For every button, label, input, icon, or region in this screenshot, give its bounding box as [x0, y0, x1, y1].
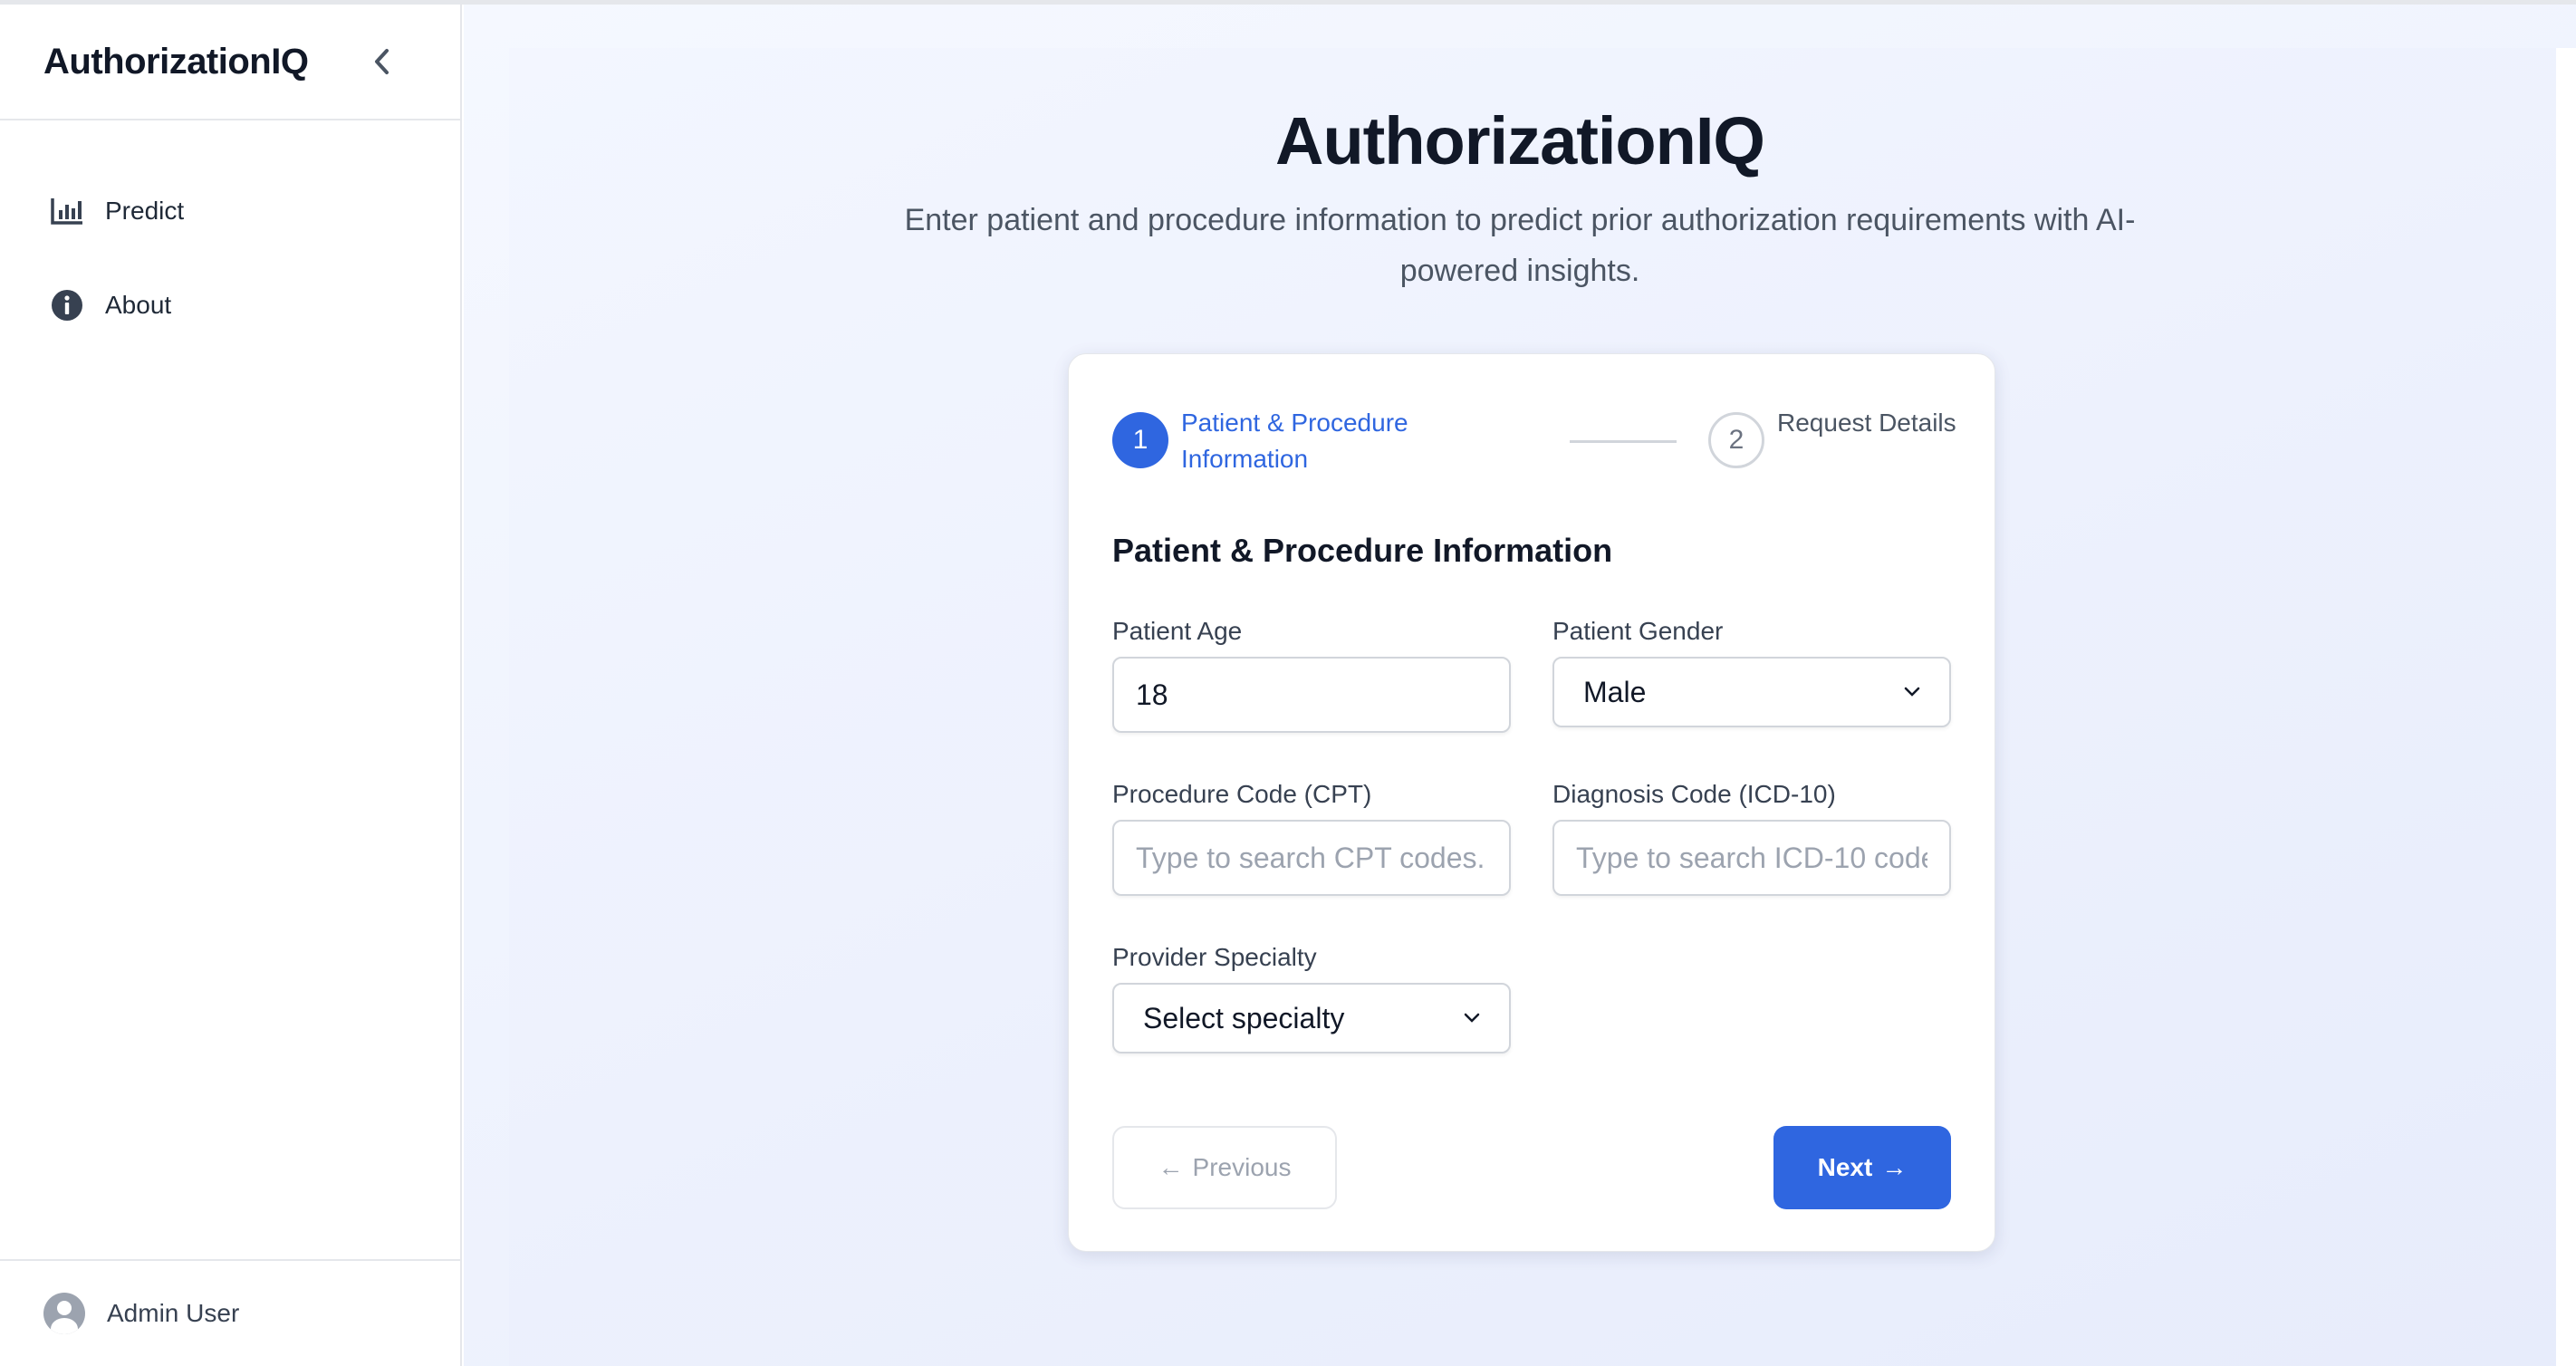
user-profile[interactable]: Admin User: [0, 1259, 460, 1366]
previous-button[interactable]: ← Previous: [1112, 1126, 1337, 1209]
provider-specialty-label: Provider Specialty: [1112, 943, 1317, 971]
previous-label: Previous: [1192, 1153, 1292, 1181]
user-name: Admin User: [107, 1299, 240, 1327]
main-content: AuthorizationIQ Enter patient and proced…: [464, 5, 2576, 1366]
step-connector: [1570, 440, 1677, 443]
next-button[interactable]: Next →: [1773, 1126, 1951, 1209]
sidebar-item-label: About: [105, 291, 172, 319]
prediction-form-card: 1 Patient & Procedure Information 2 Requ…: [1068, 353, 1995, 1252]
step-label: Patient & Procedure Information: [1181, 409, 1408, 473]
chevron-down-icon: [1904, 687, 1920, 697]
bar-chart-icon: [49, 193, 85, 229]
step-label: Request Details: [1777, 409, 1956, 437]
page-title: AuthorizationIQ: [1275, 103, 1765, 178]
patient-gender-field: Patient Gender Male: [1552, 617, 1951, 727]
provider-specialty-field: Provider Specialty Select specialty: [1112, 943, 1511, 1053]
patient-age-label: Patient Age: [1112, 617, 1243, 645]
provider-specialty-select[interactable]: Select specialty: [1112, 983, 1511, 1053]
step-number: 2: [1708, 412, 1764, 468]
patient-gender-label: Patient Gender: [1552, 617, 1724, 645]
procedure-code-field: Procedure Code (CPT): [1112, 780, 1511, 896]
stepper: 1 Patient & Procedure Information 2 Requ…: [1112, 405, 1956, 477]
diagnosis-code-label: Diagnosis Code (ICD-10): [1552, 780, 1836, 808]
diagnosis-code-input[interactable]: [1552, 820, 1951, 896]
sidebar-item-predict[interactable]: Predict: [0, 182, 460, 240]
sidebar-item-about[interactable]: About: [0, 276, 460, 334]
patient-age-field: Patient Age: [1112, 617, 1511, 733]
sidebar-header: AuthorizationIQ: [0, 5, 460, 120]
info-icon: [49, 287, 85, 323]
chevron-down-icon: [1464, 1013, 1480, 1023]
user-avatar-icon: [43, 1293, 85, 1334]
step-number: 1: [1112, 412, 1168, 468]
procedure-code-input[interactable]: [1112, 820, 1511, 896]
sidebar-nav: Predict About: [0, 120, 460, 334]
scroll-gutter: [2556, 48, 2576, 1366]
sidebar-item-label: Predict: [105, 197, 185, 225]
patient-age-input[interactable]: [1112, 657, 1511, 733]
chevron-left-icon: [375, 49, 389, 74]
provider-specialty-value: Select specialty: [1143, 1001, 1345, 1034]
arrow-right-icon: →: [1881, 1153, 1908, 1181]
brand-name: AuthorizationIQ: [43, 41, 309, 82]
diagnosis-code-field: Diagnosis Code (ICD-10): [1552, 780, 1951, 896]
collapse-sidebar-button[interactable]: [362, 42, 402, 82]
page-subtitle: Enter patient and procedure information …: [904, 203, 2136, 288]
arrow-left-icon: ←: [1158, 1153, 1184, 1181]
patient-gender-select[interactable]: Male: [1552, 657, 1951, 727]
sidebar: AuthorizationIQ Predict About Admin User: [0, 5, 462, 1366]
section-title: Patient & Procedure Information: [1112, 532, 1613, 569]
next-label: Next: [1817, 1153, 1873, 1181]
procedure-code-label: Procedure Code (CPT): [1112, 780, 1372, 808]
patient-gender-value: Male: [1583, 675, 1647, 708]
